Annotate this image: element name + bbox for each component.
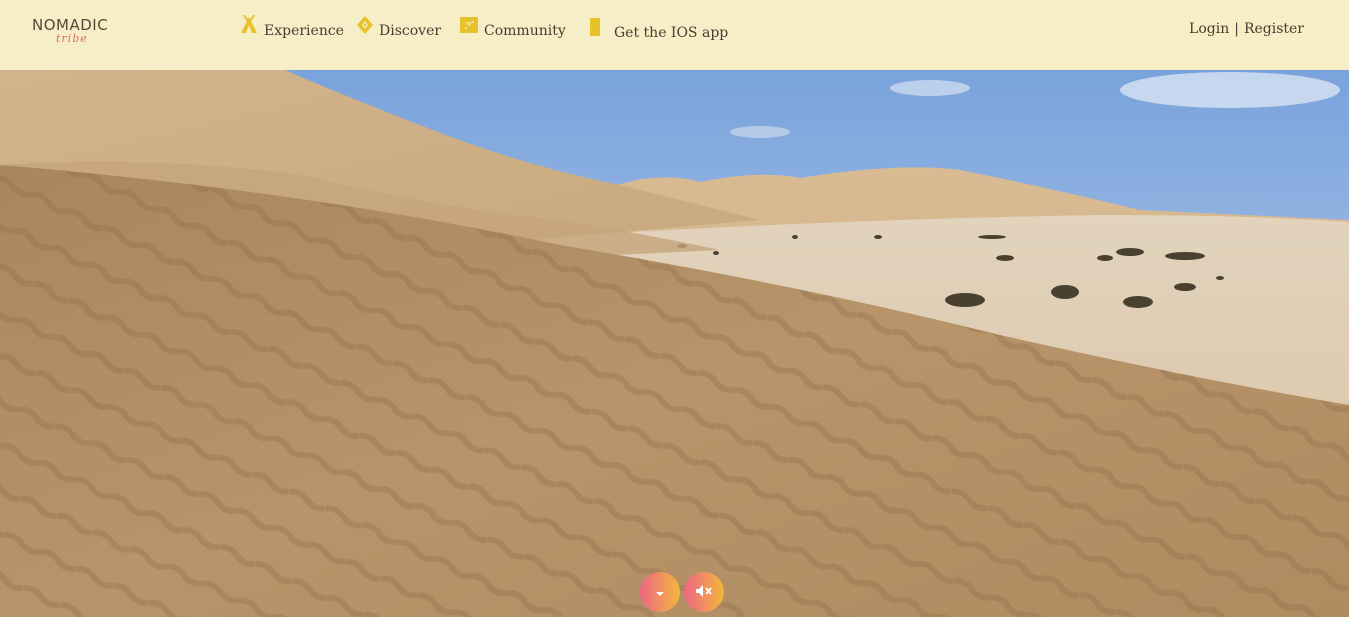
compass-diamond-icon bbox=[357, 16, 373, 38]
brand-tagline: tribe bbox=[56, 32, 88, 45]
auth-links: Login | Register bbox=[1189, 21, 1304, 37]
desert-dunes-scene bbox=[0, 70, 1349, 617]
speaker-mute-icon bbox=[695, 583, 713, 602]
nav-experience-label: Experience bbox=[264, 23, 344, 39]
community-square-icon bbox=[460, 17, 478, 37]
tent-icon bbox=[240, 14, 258, 39]
mute-toggle-button[interactable] bbox=[684, 572, 724, 612]
scroll-down-button[interactable] bbox=[640, 572, 680, 612]
caret-down-icon bbox=[654, 583, 666, 602]
auth-separator: | bbox=[1234, 21, 1239, 37]
nav-get-ios-app[interactable]: Get the IOS app bbox=[590, 18, 729, 47]
nav-experience[interactable]: Experience bbox=[240, 14, 344, 45]
login-link[interactable]: Login bbox=[1189, 21, 1229, 37]
top-navbar: NOMADIC tribe Experience Discover Commun… bbox=[0, 0, 1349, 70]
brand-logo[interactable]: NOMADIC tribe bbox=[32, 16, 122, 50]
nav-discover-label: Discover bbox=[379, 23, 442, 39]
nav-discover[interactable]: Discover bbox=[357, 16, 442, 45]
hero-video bbox=[0, 70, 1349, 617]
nav-community-label: Community bbox=[484, 23, 566, 39]
nav-get-ios-app-label: Get the IOS app bbox=[614, 25, 729, 41]
phone-icon bbox=[590, 18, 600, 40]
nav-community[interactable]: Community bbox=[460, 17, 566, 45]
register-link[interactable]: Register bbox=[1244, 21, 1304, 37]
